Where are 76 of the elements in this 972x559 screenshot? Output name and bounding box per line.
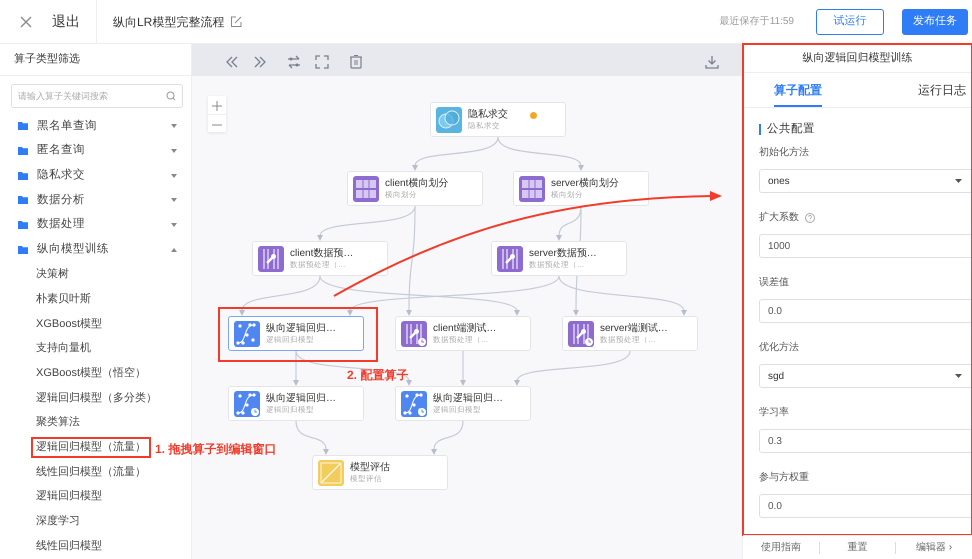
field-label: 优化方法 [759,340,799,355]
folder-icon [18,221,28,230]
select-field[interactable]: ones [759,169,972,193]
node-title: 纵向逻辑回归… [266,322,336,335]
save-time: 最近保存于11:59 [720,14,794,29]
folder-icon [18,172,28,180]
folder-icon [18,147,28,156]
connector [295,420,329,455]
folder-icon [18,196,28,204]
node-title: 纵向逻辑回归… [266,392,336,405]
operator-item[interactable]: 线性回归模型 [32,536,106,556]
node-title: server数据预… [529,248,597,260]
operator-item[interactable]: 逻辑回归模型 [32,487,106,506]
field-label: 初始化方法 [759,146,809,160]
filter-title: 算子类型筛选 [14,52,80,68]
search-icon [166,91,176,101]
connector [431,420,464,455]
folder-icon [18,246,28,254]
category-item[interactable]: 数据分析 [0,188,191,213]
annotation-text: 2. 配置算子 [347,367,408,384]
node-title: client数据预… [290,248,354,260]
publish-button[interactable]: 发布任务 [902,8,968,34]
operator-item[interactable]: 逻辑回归模型（多分类） [32,388,161,408]
category-item[interactable]: 匿名查询 [0,138,191,164]
guide-link[interactable]: 使用指南 [743,540,819,555]
search-field[interactable]: 请输入算子关键词搜索 [11,84,183,108]
operator-item[interactable]: XGBoost模型 [32,314,106,334]
edit-icon[interactable] [230,16,242,28]
plus-icon [212,101,222,112]
operator-item[interactable]: 支持向量机 [32,339,95,358]
panel-tab[interactable]: 算子配置 [774,72,822,106]
category-item[interactable]: 黑名单查询 [0,114,191,139]
operator-item[interactable]: 决策树 [32,265,73,284]
operator-item[interactable]: 聚类算法 [32,413,84,432]
flow-title: 纵向LR模型完整流程 [113,14,224,30]
node-title: server横向划分 [551,178,619,190]
input-field[interactable]: 1000 [759,234,972,258]
section-title: 公共配置 [759,124,815,135]
panel-tab[interactable]: 运行日志 [918,72,966,106]
operator-item[interactable]: 深度学习 [32,512,84,531]
field-label: 误差值 [759,276,789,290]
field-label: 扩大系数 [759,210,799,225]
input-field[interactable]: 0.3 [759,429,972,453]
panel-title: 纵向逻辑回归模型训练 [802,50,912,66]
field-label: 学习率 [759,406,789,420]
editor-button[interactable]: 编辑器 › [896,540,972,555]
operator-item[interactable]: XGBoost模型（悟空） [32,364,150,382]
annotation-text: 1. 拖拽算子到编辑窗口 [155,441,276,458]
field-label: 参与方权重 [759,470,809,485]
operator-item[interactable]: 逻辑回归模型（流量） [32,438,150,457]
node-title: 模型评估 [350,462,390,474]
caret-icon [955,374,962,378]
input-field[interactable]: 0.0 [759,299,972,323]
node-title: client端测试… [433,322,496,335]
connector [460,351,466,386]
caret-icon [955,179,962,183]
reset-button[interactable]: 重置 [820,540,896,555]
node-title: client横向划分 [385,178,448,190]
input-field[interactable]: 0.0 [759,494,972,518]
category-item[interactable]: 隐私求交 [0,163,191,188]
node-title: 纵向逻辑回归… [433,392,503,405]
category-item[interactable]: 纵向模型训练 [0,237,191,262]
select-field[interactable]: sgd [759,364,972,388]
help-icon[interactable] [805,212,815,222]
node-title: server端测试… [600,322,668,335]
category-item[interactable]: 数据处理 [0,212,191,238]
operator-item[interactable]: 朴素贝叶斯 [32,290,95,308]
close-icon [20,16,32,28]
delete-icon[interactable] [348,52,364,68]
operator-item[interactable]: 线性回归模型（流量） [32,462,150,482]
node-title: 隐私求交 [468,108,508,121]
folder-icon [18,122,28,130]
trial-run-button[interactable]: 试运行 [816,8,884,34]
zoom-out-button[interactable] [208,114,226,132]
exit-button[interactable]: 退出 [52,0,97,44]
zoom-in-button[interactable] [208,96,226,114]
